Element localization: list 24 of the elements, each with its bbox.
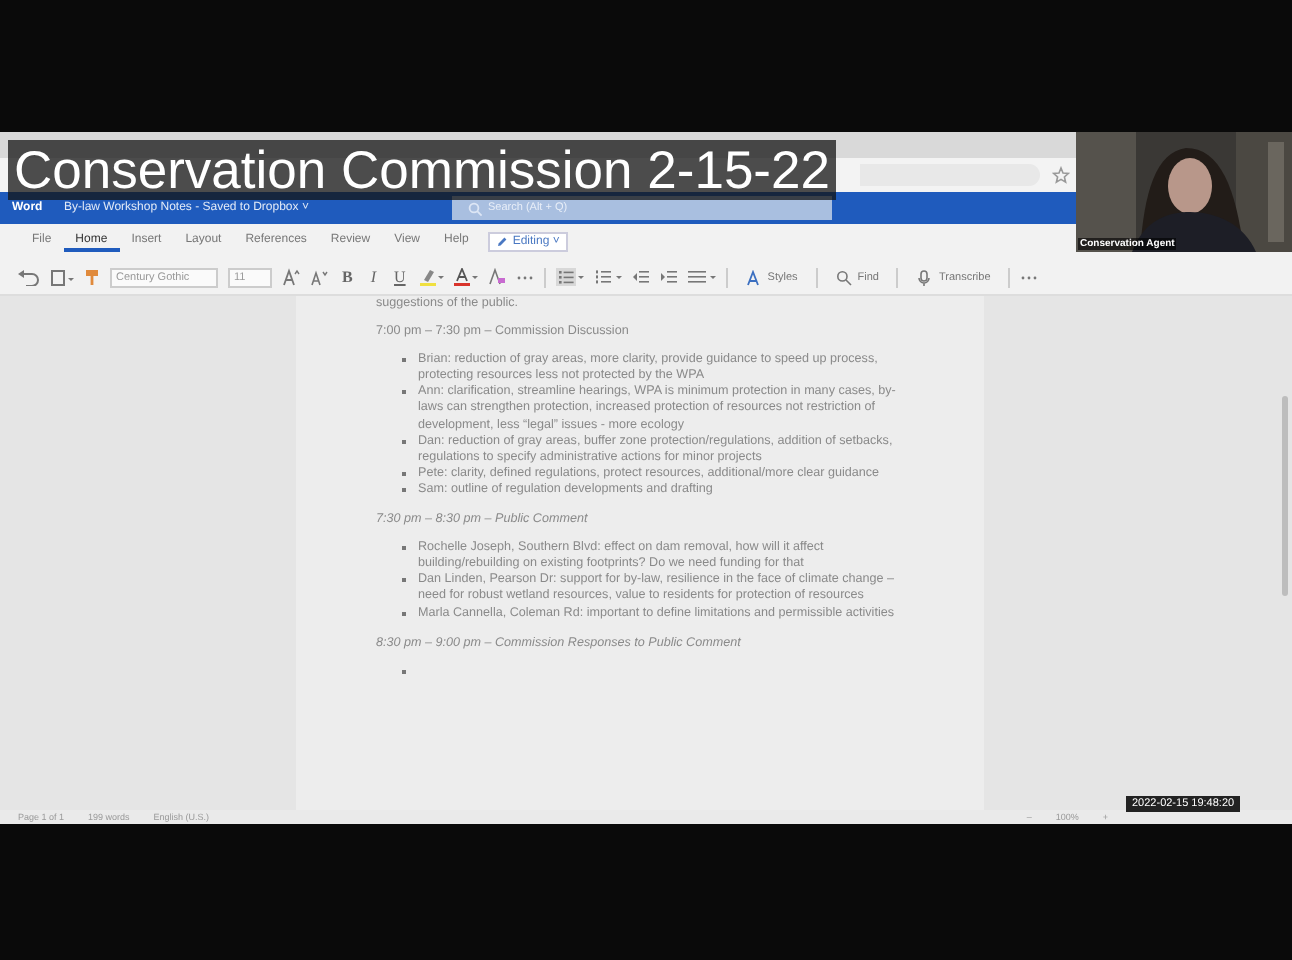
grow-font-icon[interactable] xyxy=(282,268,300,286)
search-icon xyxy=(835,269,852,285)
video-caption: Conservation Commission 2-15-22 xyxy=(8,140,836,200)
underline-button[interactable]: U xyxy=(390,268,410,286)
decrease-indent-icon[interactable] xyxy=(631,268,650,286)
search-icon xyxy=(468,201,482,215)
styles-icon xyxy=(745,269,762,285)
scrollbar[interactable] xyxy=(1282,396,1288,596)
paste-icon[interactable] xyxy=(50,268,74,286)
increase-indent-icon[interactable] xyxy=(659,268,678,286)
bold-button[interactable]: B xyxy=(338,268,357,286)
shrink-font-icon[interactable] xyxy=(310,268,328,286)
brush-icon[interactable] xyxy=(84,268,100,286)
star-icon[interactable] xyxy=(1052,166,1070,184)
align-icon[interactable] xyxy=(687,268,716,286)
undo-icon[interactable] xyxy=(16,268,40,286)
clear-format-icon[interactable] xyxy=(487,268,506,286)
font-color-icon[interactable] xyxy=(453,268,478,286)
numbering-icon[interactable] xyxy=(593,268,622,286)
microphone-icon xyxy=(916,269,933,285)
highlighter-icon[interactable] xyxy=(419,268,444,286)
bullets-icon[interactable] xyxy=(555,268,584,286)
italic-button[interactable]: I xyxy=(366,268,381,286)
pencil-icon xyxy=(496,236,509,248)
